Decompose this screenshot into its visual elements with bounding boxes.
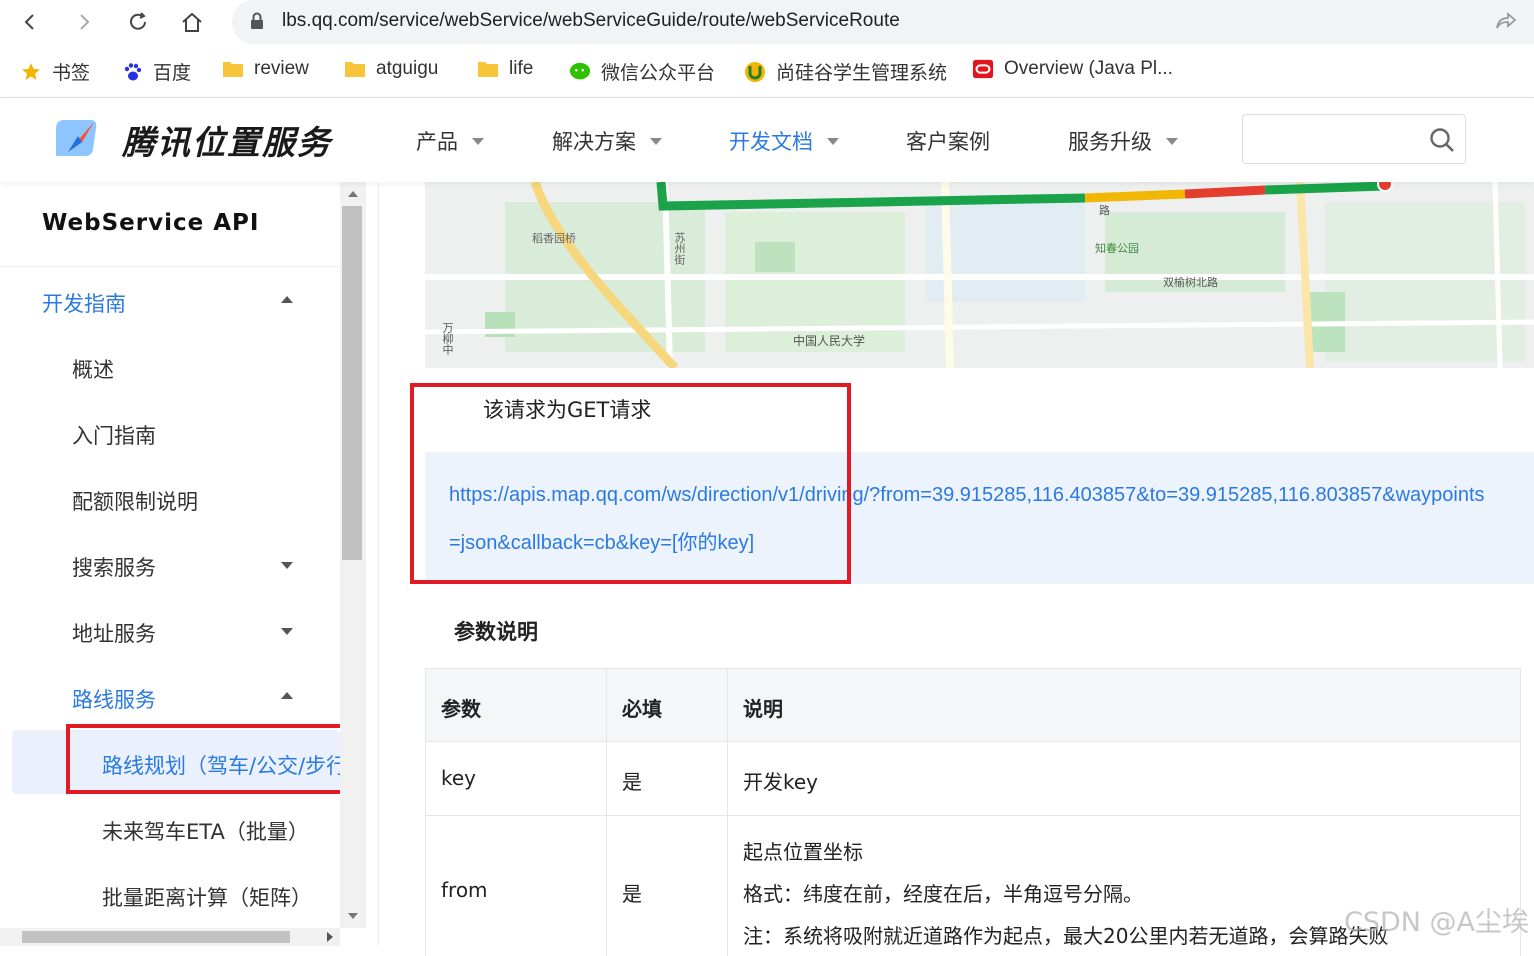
home-icon (182, 12, 202, 32)
folder-icon (477, 58, 499, 80)
nav-upgrade[interactable]: 服务升级 (1068, 126, 1178, 156)
back-arrow-icon (24, 14, 34, 30)
param-required: 是 (622, 770, 642, 794)
logo-icon[interactable] (52, 114, 104, 162)
chevron-up-icon[interactable] (281, 296, 293, 303)
nav-dev-docs[interactable]: 开发文档 (729, 126, 839, 156)
highlight-annotation-box (410, 383, 851, 584)
bookmark-life[interactable]: life (477, 58, 533, 80)
chevron-down-icon (827, 137, 839, 145)
chevron-down-icon (472, 137, 484, 145)
home-button[interactable] (176, 6, 208, 38)
baidu-paw-icon (121, 61, 143, 83)
share-icon[interactable] (1494, 10, 1518, 36)
sidebar-horizontal-scrollbar[interactable] (0, 928, 340, 946)
map-label: 路 (1099, 204, 1110, 217)
reload-button[interactable] (122, 6, 154, 38)
bookmark-wechat-mp[interactable]: 微信公众平台 (569, 58, 715, 85)
map-label: 中国人民大学 (793, 334, 866, 348)
param-desc: 开发key (743, 770, 819, 794)
reload-icon (130, 12, 146, 30)
divider (0, 266, 340, 267)
highlight-annotation-box (66, 724, 340, 794)
map-label: 万柳中 (441, 322, 454, 355)
chevron-down-icon (1166, 137, 1178, 145)
browser-toolbar: lbs.qq.com/service/webService/webService… (0, 0, 1534, 44)
bookmark-student-system[interactable]: 尚硅谷学生管理系统 (744, 58, 947, 85)
column-divider (727, 668, 728, 956)
nav-cases[interactable]: 客户案例 (906, 126, 990, 156)
sidebar-item-overview[interactable]: 概述 (72, 354, 114, 384)
sidebar-item-future-eta[interactable]: 未来驾车ETA（批量） (102, 816, 309, 846)
scrollbar-thumb[interactable] (342, 206, 362, 560)
bookmark-review[interactable]: review (222, 58, 309, 80)
folder-icon (344, 58, 366, 80)
column-divider (606, 668, 607, 956)
sidebar-title: WebService API (42, 210, 260, 236)
param-required: 是 (622, 882, 642, 906)
scrollbar-thumb[interactable] (22, 931, 290, 943)
site-header: 腾讯位置服务 产品 解决方案 开发文档 客户案例 服务升级 (0, 98, 1534, 182)
param-name: key (441, 766, 477, 790)
wechat-icon (569, 61, 591, 83)
sidebar-item-address-service[interactable]: 地址服务 (72, 618, 156, 648)
site-search-input[interactable] (1242, 114, 1466, 164)
bookmark-baidu[interactable]: 百度 (121, 58, 191, 85)
scroll-down-icon (348, 913, 358, 919)
forward-arrow-icon (80, 14, 90, 30)
sidebar-item-route-service[interactable]: 路线服务 (72, 684, 156, 714)
table-header-cell: 说明 (743, 697, 783, 721)
sidebar-item-quota[interactable]: 配额限制说明 (72, 486, 198, 516)
back-button[interactable] (14, 6, 46, 38)
map-label: 双榆树北路 (1163, 276, 1218, 289)
watermark: CSDN @A尘埃 (1344, 907, 1530, 938)
docs-sidebar: WebService API 开发指南 概述 入门指南 配额限制说明 搜索服务 … (0, 182, 340, 946)
site-logo-text[interactable]: 腾讯位置服务 (122, 116, 332, 164)
search-icon[interactable] (1429, 127, 1455, 157)
sidebar-border (378, 182, 379, 946)
sidebar-item-distance-matrix[interactable]: 批量距离计算（矩阵） (102, 882, 312, 912)
map-label: 稻香园桥 (532, 232, 576, 245)
url-text: lbs.qq.com/service/webService/webService… (282, 10, 900, 31)
map-label: 苏州街 (673, 232, 686, 265)
table-header-cell: 必填 (622, 697, 662, 721)
chevron-down-icon[interactable] (281, 562, 293, 569)
lock-icon (250, 12, 264, 34)
star-icon (20, 61, 42, 83)
sidebar-item-dev-guide[interactable]: 开发指南 (42, 288, 126, 318)
nav-solutions[interactable]: 解决方案 (552, 126, 662, 156)
bookmark-atguigu[interactable]: atguigu (344, 58, 438, 80)
shield-logo-icon (744, 61, 766, 83)
sidebar-vertical-scrollbar[interactable] (340, 182, 366, 928)
chevron-down-icon[interactable] (281, 628, 293, 635)
chevron-up-icon[interactable] (281, 692, 293, 699)
bookmarks-bar: 书签 百度 review atguigu life 微信公众平台 尚硅谷学生管理… (0, 44, 1534, 98)
folder-icon (222, 58, 244, 80)
scroll-up-icon (348, 191, 358, 197)
table-header-row: 参数 必填 说明 (425, 668, 1521, 742)
forward-button[interactable] (68, 6, 100, 38)
bookmark-shuqian[interactable]: 书签 (20, 58, 90, 85)
sidebar-item-search-service[interactable]: 搜索服务 (72, 552, 156, 582)
map-label: 知春公园 (1095, 242, 1139, 255)
param-name: from (441, 878, 488, 902)
address-bar[interactable]: lbs.qq.com/service/webService/webService… (232, 0, 1534, 44)
route-map-image: 稻香园桥 苏州街 知春公园 双榆树北路 中国人民大学 万柳中 路 (425, 182, 1534, 368)
param-desc: 起点位置坐标 (743, 840, 863, 864)
chevron-down-icon (650, 137, 662, 145)
param-section-title: 参数说明 (454, 620, 538, 644)
table-row: key 是 开发key (425, 742, 1521, 816)
oracle-icon (972, 58, 994, 80)
scroll-right-icon (327, 932, 333, 942)
table-header-cell: 参数 (441, 697, 481, 721)
param-desc: 注：系统将吸附就近道路作为起点，最大20公里内若无道路，会算路失败 (743, 924, 1389, 948)
bookmark-java-overview[interactable]: Overview (Java Pl... (972, 58, 1173, 80)
nav-products[interactable]: 产品 (416, 126, 484, 156)
param-desc: 格式：纬度在前，经度在后，半角逗号分隔。 (743, 882, 1143, 906)
sidebar-item-getting-started[interactable]: 入门指南 (72, 420, 156, 450)
